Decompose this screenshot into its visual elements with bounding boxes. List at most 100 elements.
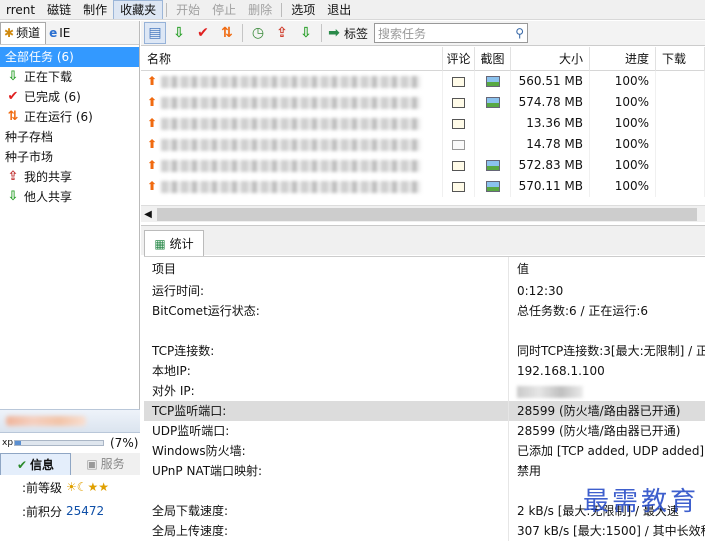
table-row[interactable]: ⬆ 560.51 MB 100% bbox=[141, 71, 705, 92]
upload-arrow-icon: ⬆ bbox=[147, 158, 158, 172]
stats-row[interactable]: TCP连接数: 同时TCP连接数:3[最大:无限制] / 正在 bbox=[144, 341, 705, 361]
points-label: 前积分: bbox=[21, 504, 62, 519]
stats-row[interactable]: Windows防火墙: 已添加 [TCP added, UDP added] bbox=[144, 441, 705, 461]
screenshot-cell[interactable] bbox=[475, 113, 511, 134]
new-task-icon[interactable]: ▤ bbox=[144, 22, 166, 44]
comment-cell[interactable] bbox=[443, 134, 475, 155]
column-header-screenshot[interactable]: 截图 bbox=[475, 46, 511, 71]
progress-cell: 100% bbox=[590, 155, 656, 176]
stats-row[interactable]: UPnP NAT端口映射: 禁用 bbox=[144, 461, 705, 481]
table-row[interactable]: ⬆ 574.78 MB 100% bbox=[141, 92, 705, 113]
horizontal-scrollbar[interactable]: ◀ bbox=[141, 205, 705, 222]
download-icon[interactable]: ⇩ bbox=[168, 22, 190, 44]
screenshot-cell[interactable] bbox=[475, 155, 511, 176]
size-cell: 13.36 MB bbox=[511, 113, 590, 134]
comment-cell[interactable] bbox=[443, 155, 475, 176]
stats-row[interactable]: 全局上传速度: 307 kB/s [最大:1500] / 其中长效种 bbox=[144, 521, 705, 541]
tree-item-label: 全部任务 (6) bbox=[5, 50, 74, 64]
search-input[interactable]: 搜索任务 ⚲ bbox=[374, 23, 529, 43]
comment-cell[interactable] bbox=[443, 71, 475, 92]
scroll-left-icon[interactable]: ◀ bbox=[141, 209, 155, 220]
stats-row[interactable]: UDP监听端口: 28599 (防火墙/路由器已开通) bbox=[144, 421, 705, 441]
table-row[interactable]: ⬆ 572.83 MB 100% bbox=[141, 155, 705, 176]
stats-row[interactable]: BitComet运行状态: 总任务数:6 / 正在运行:6 bbox=[144, 301, 705, 321]
search-icon[interactable]: ⚲ bbox=[515, 26, 524, 40]
channel-icon: ✱ bbox=[4, 26, 15, 40]
tree-item-downloading[interactable]: ⇩ 正在下载 bbox=[0, 67, 139, 87]
column-header-comment[interactable]: 评论 bbox=[443, 46, 475, 71]
progress-cell: 100% bbox=[590, 176, 656, 197]
table-row[interactable]: ⬆ 570.11 MB 100% bbox=[141, 176, 705, 197]
screenshot-cell[interactable] bbox=[475, 134, 511, 155]
tab-ie[interactable]: e IE bbox=[46, 22, 75, 44]
screenshot-cell[interactable] bbox=[475, 71, 511, 92]
statistics-icon: ▦ bbox=[154, 236, 166, 251]
table-row[interactable]: ⬆ 14.78 MB 100% bbox=[141, 134, 705, 155]
tree-item-label: 他人共享 bbox=[24, 190, 73, 204]
menu-torrent[interactable]: rrent bbox=[0, 0, 41, 19]
column-header-name[interactable]: 名称 bbox=[141, 46, 443, 71]
menu-start[interactable]: 开始 bbox=[170, 0, 206, 19]
info-icon: ✔ bbox=[16, 457, 28, 472]
stats-row[interactable]: 本地IP: 192.168.1.100 bbox=[144, 361, 705, 381]
screenshot-cell[interactable] bbox=[475, 176, 511, 197]
tree-item-label: 种子存档 bbox=[5, 130, 54, 144]
tree-item-torrent-archive[interactable]: 种子存档 bbox=[0, 127, 139, 147]
stats-value bbox=[508, 381, 705, 401]
user-level-row: 前等级: ☀☾★★ bbox=[0, 475, 140, 499]
menu-stop[interactable]: 停止 bbox=[206, 0, 242, 19]
level-badges: ☀☾★★ bbox=[66, 480, 110, 494]
tree-item-all-tasks[interactable]: 全部任务 (6) bbox=[0, 47, 139, 67]
stats-row[interactable]: TCP监听端口: 28599 (防火墙/路由器已开通) bbox=[144, 401, 705, 421]
tree-item-my-share[interactable]: ⇪ 我的共享 bbox=[0, 167, 139, 187]
column-header-progress[interactable]: 进度 bbox=[590, 46, 656, 71]
tree-item-running[interactable]: ⇅ 正在运行 (6) bbox=[0, 107, 139, 127]
upload-share-icon[interactable]: ⇪ bbox=[271, 22, 293, 44]
points-value: 25472 bbox=[66, 504, 105, 518]
table-row[interactable]: ⬆ 13.36 MB 100% bbox=[141, 113, 705, 134]
tree-item-label: 正在下载 bbox=[24, 70, 73, 84]
stats-row[interactable] bbox=[144, 321, 705, 341]
tab-statistics[interactable]: ▦ 统计 bbox=[144, 230, 204, 256]
detail-tabs: ▦ 统计 bbox=[141, 225, 705, 256]
comment-cell[interactable] bbox=[443, 92, 475, 113]
tag-button[interactable]: 标签 bbox=[344, 25, 368, 42]
menu-favorites[interactable]: 收藏夹 bbox=[113, 0, 164, 19]
upload-arrow-icon: ⬆ bbox=[147, 74, 158, 88]
stats-row[interactable]: 运行时间: 0:12:30 bbox=[144, 281, 705, 301]
menu-options[interactable]: 选项 bbox=[285, 0, 321, 19]
menu-magnet[interactable]: 磁链 bbox=[41, 0, 77, 19]
column-header-size[interactable]: 大小 bbox=[511, 46, 590, 71]
tab-info[interactable]: ✔ 信息 bbox=[0, 453, 71, 475]
share-icon: ⇩ bbox=[7, 189, 19, 204]
download-share-icon[interactable]: ⇩ bbox=[295, 22, 317, 44]
menu-exit[interactable]: 退出 bbox=[321, 0, 357, 19]
stats-row[interactable]: 对外 IP: bbox=[144, 381, 705, 401]
scrollbar-thumb[interactable] bbox=[157, 207, 697, 221]
tree-item-torrent-market[interactable]: 种子市场 bbox=[0, 147, 139, 167]
stats-value: 0:12:30 bbox=[508, 281, 705, 301]
service-icon: ▣ bbox=[86, 457, 98, 471]
size-cell: 570.11 MB bbox=[511, 176, 590, 197]
menu-separator bbox=[281, 2, 283, 17]
timer-icon[interactable]: ◷ bbox=[247, 22, 269, 44]
envelope-icon bbox=[452, 181, 465, 192]
comment-cell[interactable] bbox=[443, 113, 475, 134]
updown-icon[interactable]: ⇅ bbox=[216, 22, 238, 44]
task-list-header: 名称 评论 截图 大小 进度 下载 bbox=[141, 46, 705, 71]
tab-service[interactable]: ▣ 服务 bbox=[71, 453, 140, 475]
tree-item-others-share[interactable]: ⇩ 他人共享 bbox=[0, 187, 139, 207]
tab-channel[interactable]: ✱ 频道 bbox=[0, 21, 47, 44]
comment-cell[interactable] bbox=[443, 176, 475, 197]
toolbar-separator bbox=[321, 24, 322, 42]
menu-make[interactable]: 制作 bbox=[77, 0, 113, 19]
tab-channel-label: 频道 bbox=[16, 26, 41, 40]
complete-icon[interactable]: ✔ bbox=[192, 22, 214, 44]
column-header-download[interactable]: 下载 bbox=[656, 46, 705, 71]
menu-delete[interactable]: 删除 bbox=[242, 0, 278, 19]
tag-icon[interactable]: ➡ bbox=[326, 22, 342, 44]
download-cell bbox=[656, 92, 705, 113]
tree-item-completed[interactable]: ✔ 已完成 (6) bbox=[0, 87, 139, 107]
task-name-blurred bbox=[161, 138, 422, 151]
screenshot-cell[interactable] bbox=[475, 92, 511, 113]
